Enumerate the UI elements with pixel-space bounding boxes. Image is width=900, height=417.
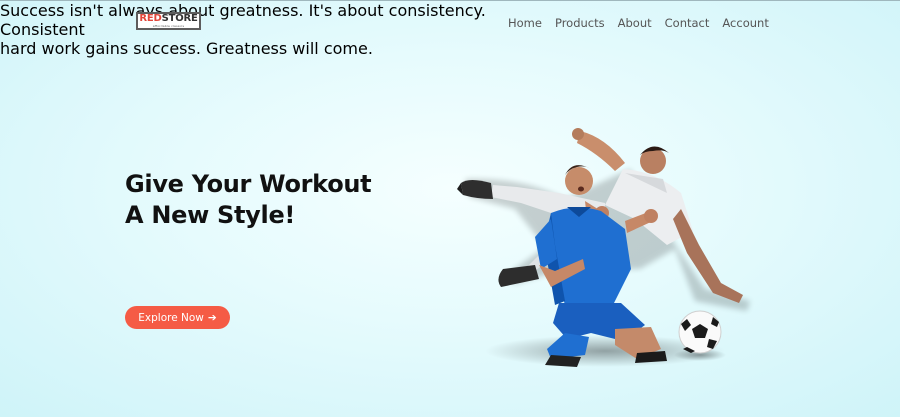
nav-about[interactable]: About <box>618 16 652 30</box>
logo-dark-text: STORE <box>161 13 198 24</box>
logo-red-text: RED <box>139 13 162 24</box>
nav-account[interactable]: Account <box>722 16 768 30</box>
nav-home[interactable]: Home <box>508 16 542 30</box>
logo-tagline: affordable classics <box>152 24 185 28</box>
main-nav: Home Products About Contact Account <box>508 16 769 30</box>
soccer-players-illustration <box>457 128 750 367</box>
navbar: REDSTORE affordable classics Home Produc… <box>0 1 900 45</box>
nav-products[interactable]: Products <box>555 16 605 30</box>
nav-contact[interactable]: Contact <box>665 16 710 30</box>
hero-title-line-2: A New Style! <box>125 201 296 229</box>
hero-title: Give Your Workout A New Style! <box>125 169 372 231</box>
hero-title-line-1: Give Your Workout <box>125 170 372 198</box>
explore-now-label: Explore Now <box>138 311 204 324</box>
arrow-right-icon: ➔ <box>207 311 217 324</box>
soccer-ball-icon <box>678 310 722 354</box>
logo-wordmark: REDSTORE <box>139 14 197 24</box>
explore-now-button[interactable]: Explore Now ➔ <box>125 306 230 329</box>
redstore-logo[interactable]: REDSTORE affordable classics <box>136 12 201 30</box>
